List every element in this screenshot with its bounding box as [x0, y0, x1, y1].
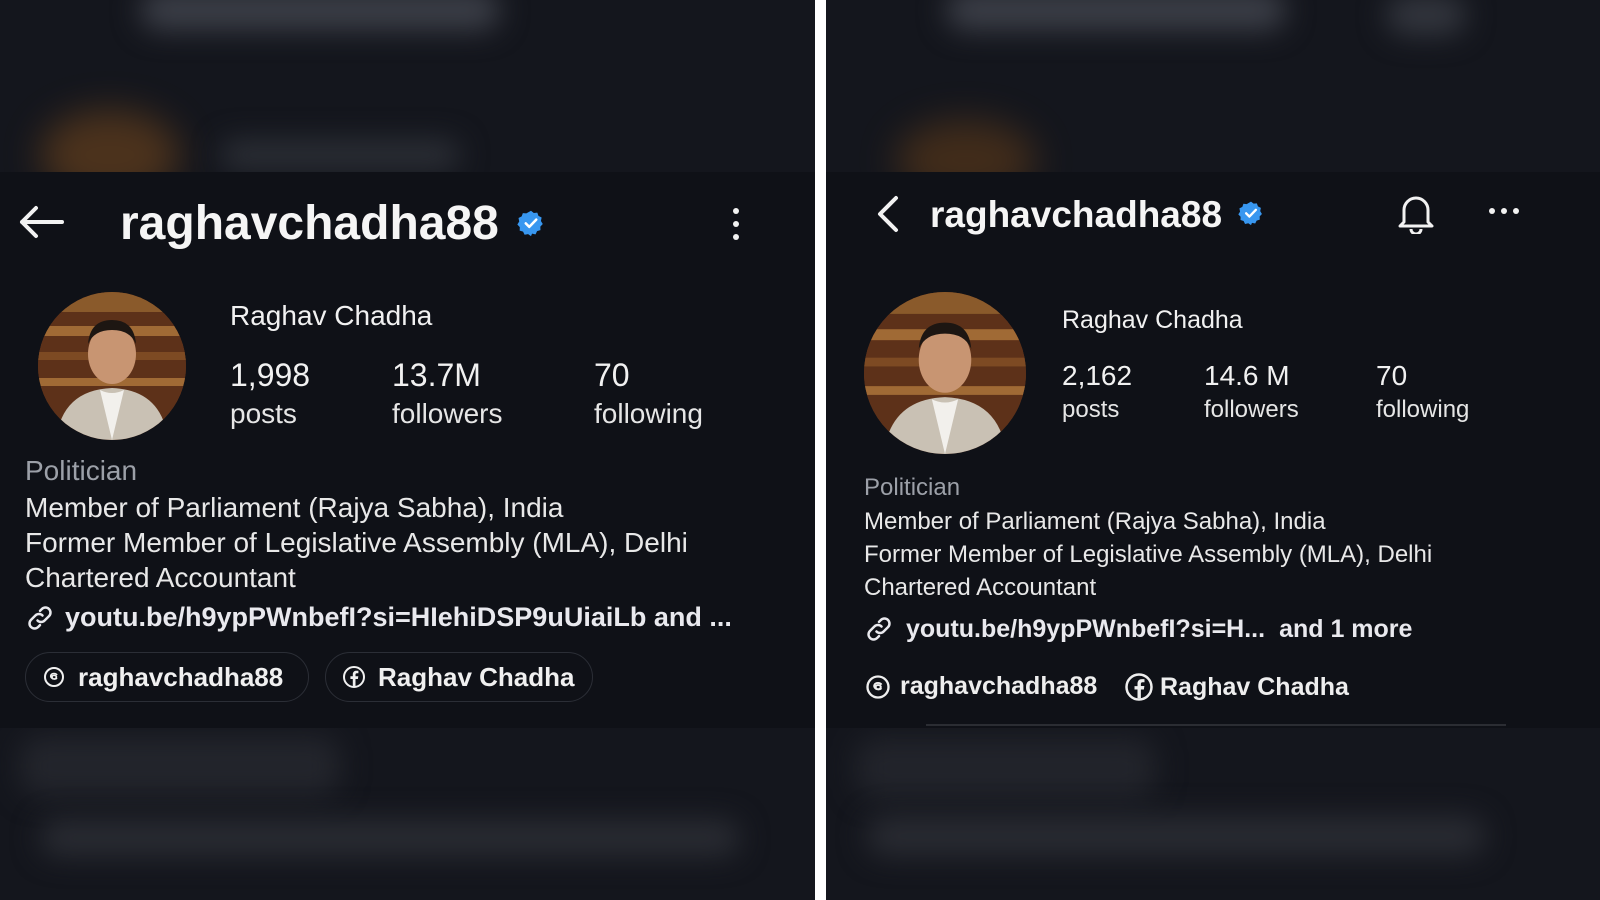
facebook-label: Raghav Chadha [1160, 672, 1349, 701]
following-count: 70 [594, 357, 630, 393]
stat-posts[interactable]: 1,998 posts [230, 357, 310, 430]
link-icon [28, 605, 52, 630]
stat-posts[interactable]: 2,162 posts [1062, 360, 1132, 424]
posts-label: posts [1062, 396, 1120, 423]
profile-category: Politician [864, 474, 961, 501]
bio-line-3: Chartered Accountant [864, 574, 1097, 601]
blurred-top-area [826, 0, 1600, 172]
avatar-portrait-image [864, 292, 1026, 454]
facebook-icon [1125, 673, 1153, 701]
threads-label: raghavchadha88 [78, 661, 284, 692]
profile-card: raghavchadha88 Raghav Chadha 2,162 posts… [826, 172, 1600, 728]
followers-label: followers [392, 398, 503, 429]
more-horizontal-icon[interactable] [1488, 206, 1520, 216]
card-bottom-line [926, 724, 1506, 726]
threads-pill-button[interactable]: raghavchadha88 [25, 652, 309, 702]
more-vertical-icon[interactable] [730, 206, 742, 242]
bio-line-1: Member of Parliament (Rajya Sabha), Indi… [864, 508, 1326, 535]
profile-header: raghavchadha88 [0, 172, 815, 272]
bio-line-2: Former Member of Legislative Assembly (M… [25, 527, 688, 558]
posts-count: 2,162 [1062, 360, 1133, 391]
display-name: Raghav Chadha [1062, 306, 1243, 334]
bio-line-3: Chartered Accountant [25, 562, 296, 593]
followers-label: followers [1204, 396, 1299, 423]
bio-link-text: youtu.be/h9ypPWnbefI?si=HIehiDSP9uUiaiLb… [65, 602, 732, 632]
followers-count: 13.7M [392, 357, 481, 393]
stat-following[interactable]: 70 following [594, 357, 703, 430]
threads-label: raghavchadha88 [900, 672, 1098, 700]
bio-line-1: Member of Parliament (Rajya Sabha), Indi… [25, 492, 564, 523]
following-count: 70 [1376, 360, 1408, 391]
bio-link[interactable]: youtu.be/h9ypPWnbefI?si=HIehiDSP9uUiaiLb… [25, 602, 732, 633]
panel-divider [815, 0, 826, 900]
stat-followers[interactable]: 14.6 M followers [1204, 360, 1299, 424]
right-screenshot-panel: raghavchadha88 Raghav Chadha 2,162 posts… [826, 0, 1600, 900]
facebook-pill-button[interactable]: Raghav Chadha [325, 652, 593, 702]
bio-line-2: Former Member of Legislative Assembly (M… [864, 541, 1433, 568]
left-screenshot-panel: raghavchadha88 Raghav Chadha 1,998 posts… [0, 0, 815, 900]
stat-following[interactable]: 70 following [1376, 360, 1469, 424]
bio-link-more[interactable]: and 1 more [1279, 615, 1412, 644]
bio-link[interactable]: youtu.be/h9ypPWnbefI?si=H... and 1 more [864, 614, 1412, 644]
posts-label: posts [230, 398, 297, 429]
profile-header: raghavchadha88 [826, 172, 1600, 272]
facebook-link[interactable]: Raghav Chadha [1124, 672, 1349, 702]
back-chevron-icon[interactable] [874, 194, 900, 234]
stat-followers[interactable]: 13.7M followers [392, 357, 502, 430]
profile-avatar[interactable] [38, 292, 186, 440]
threads-icon [44, 667, 64, 687]
verified-badge-icon [1238, 201, 1262, 226]
followers-count: 14.6 M [1204, 360, 1290, 391]
profile-card: raghavchadha88 Raghav Chadha 1,998 posts… [0, 172, 815, 728]
facebook-label: Raghav Chadha [378, 661, 575, 692]
profile-category: Politician [25, 455, 138, 486]
following-label: following [1376, 396, 1470, 423]
facebook-icon [343, 666, 365, 688]
blurred-top-area [0, 0, 815, 172]
following-label: following [594, 398, 703, 429]
posts-count: 1,998 [230, 357, 311, 393]
blurred-bottom-area [826, 728, 1600, 900]
link-icon [867, 617, 891, 641]
back-arrow-icon[interactable] [18, 204, 64, 240]
avatar-portrait-image [38, 292, 186, 440]
blurred-bottom-area [0, 728, 815, 900]
profile-handle: raghavchadha88 [930, 194, 1223, 235]
threads-icon [866, 674, 890, 699]
profile-handle: raghavchadha88 [120, 197, 499, 250]
profile-avatar[interactable] [864, 292, 1026, 454]
bell-icon[interactable] [1396, 190, 1436, 234]
threads-link[interactable]: raghavchadha88 [864, 672, 1097, 701]
verified-badge-icon [517, 210, 543, 237]
display-name: Raghav Chadha [230, 300, 433, 331]
bio-link-text: youtu.be/h9ypPWnbefI?si=H... [906, 614, 1266, 643]
